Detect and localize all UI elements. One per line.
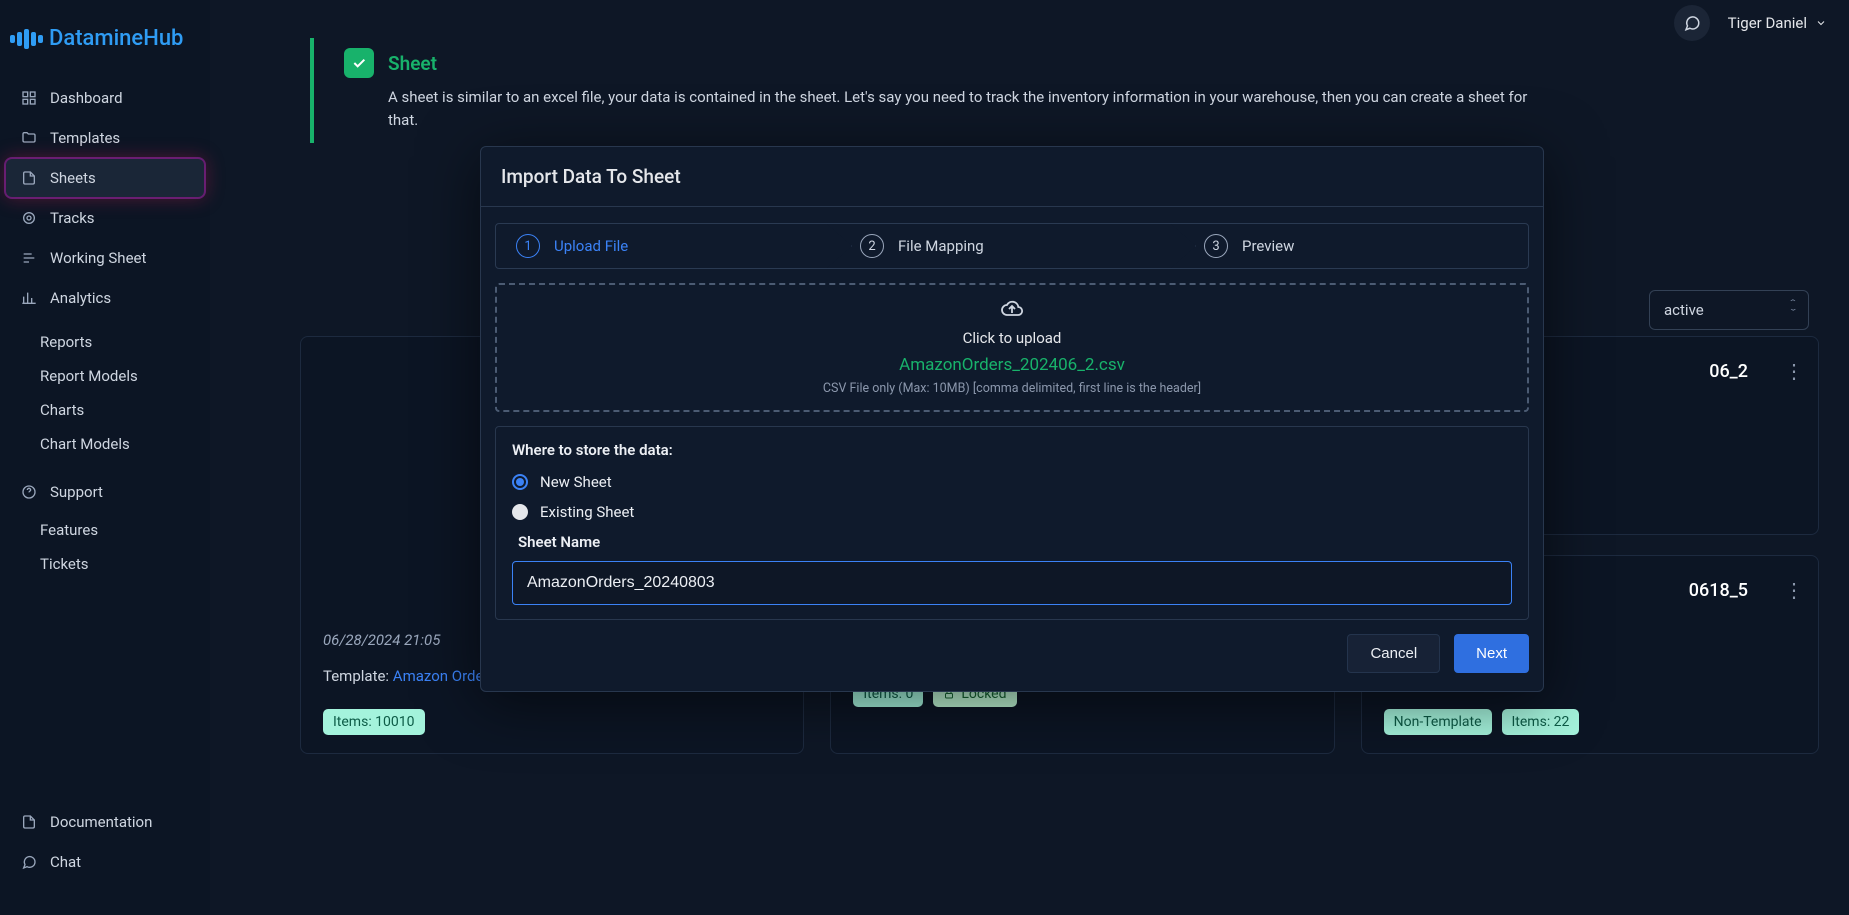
- sidebar-subitem-report-models[interactable]: Report Models: [26, 359, 204, 393]
- sidebar-subitem-tickets[interactable]: Tickets: [26, 547, 204, 581]
- sidebar-item-templates[interactable]: Templates: [6, 119, 204, 157]
- sidebar-item-sheets[interactable]: Sheets: [6, 159, 204, 197]
- sidebar-subitem-charts[interactable]: Charts: [26, 393, 204, 427]
- sidebar-item-label: Templates: [50, 129, 120, 147]
- sidebar-item-label: Reports: [40, 333, 92, 351]
- sidebar-item-label: Documentation: [50, 813, 152, 831]
- step-label: Upload File: [554, 237, 628, 255]
- sidebar-item-label: Working Sheet: [50, 249, 146, 267]
- step-number: 1: [516, 234, 540, 258]
- sidebar-item-label: Charts: [40, 401, 84, 419]
- sidebar-subitem-chart-models[interactable]: Chart Models: [26, 427, 204, 461]
- step-upload-file[interactable]: 1 Upload File: [496, 224, 840, 268]
- step-label: Preview: [1242, 237, 1294, 255]
- sidebar-subitem-features[interactable]: Features: [26, 513, 204, 547]
- sidebar-item-analytics[interactable]: Analytics: [6, 279, 204, 317]
- file-icon: [20, 813, 38, 831]
- radio-label: New Sheet: [540, 473, 612, 491]
- dropzone-filename: AmazonOrders_202406_2.csv: [507, 355, 1517, 375]
- folder-icon: [20, 129, 38, 147]
- sidebar-item-support[interactable]: Support: [6, 473, 204, 511]
- brand-logo[interactable]: DatamineHub: [0, 18, 210, 79]
- wizard-stepper: 1 Upload File 2 File Mapping 3 Preview: [495, 223, 1529, 269]
- step-preview[interactable]: 3 Preview: [1184, 224, 1528, 268]
- file-icon: [20, 169, 38, 187]
- sidebar-item-label: Support: [50, 483, 103, 501]
- sheet-name-label: Sheet Name: [518, 533, 1512, 551]
- sidebar-item-label: Dashboard: [50, 89, 123, 107]
- logo-bars-icon: [10, 29, 43, 49]
- radio-new-sheet[interactable]: New Sheet: [512, 473, 1512, 491]
- step-number: 2: [860, 234, 884, 258]
- sidebar-nav: Dashboard Templates Sheets Tracks Workin…: [0, 79, 210, 581]
- radio-existing-sheet[interactable]: Existing Sheet: [512, 503, 1512, 521]
- sidebar-bottom: Documentation Chat: [6, 803, 204, 881]
- step-number: 3: [1204, 234, 1228, 258]
- sidebar: DatamineHub Dashboard Templates Sheets T…: [0, 0, 210, 915]
- dropzone-hint: CSV File only (Max: 10MB) [comma delimit…: [507, 381, 1517, 396]
- target-icon: [20, 209, 38, 227]
- sidebar-item-working-sheet[interactable]: Working Sheet: [6, 239, 204, 277]
- import-modal: Import Data To Sheet 1 Upload File 2 Fil…: [480, 146, 1544, 692]
- sidebar-item-label: Sheets: [50, 169, 96, 187]
- radio-label: Existing Sheet: [540, 503, 634, 521]
- sidebar-item-dashboard[interactable]: Dashboard: [6, 79, 204, 117]
- next-button[interactable]: Next: [1454, 634, 1529, 673]
- sidebar-item-documentation[interactable]: Documentation: [6, 803, 204, 841]
- sidebar-item-label: Features: [40, 521, 98, 539]
- sidebar-item-label: Tickets: [40, 555, 89, 573]
- bar-icon: [20, 289, 38, 307]
- form-section-title: Where to store the data:: [512, 441, 1512, 459]
- grid-icon: [20, 89, 38, 107]
- import-form: Where to store the data: New Sheet Exist…: [495, 426, 1529, 620]
- brand-name: DatamineHub: [49, 26, 183, 51]
- cloud-upload-icon: [507, 297, 1517, 321]
- radio-icon: [512, 474, 528, 490]
- list-icon: [20, 249, 38, 267]
- dropzone-click-text: Click to upload: [507, 329, 1517, 347]
- modal-title: Import Data To Sheet: [481, 147, 1543, 207]
- sidebar-item-label: Chat: [50, 853, 81, 871]
- upload-dropzone[interactable]: Click to upload AmazonOrders_202406_2.cs…: [495, 283, 1529, 412]
- sheet-name-input[interactable]: [512, 561, 1512, 605]
- help-icon: [20, 483, 38, 501]
- sidebar-subitem-reports[interactable]: Reports: [26, 325, 204, 359]
- sidebar-item-label: Analytics: [50, 289, 111, 307]
- radio-icon: [512, 504, 528, 520]
- chat-icon: [20, 853, 38, 871]
- sidebar-subgroup-support: Features Tickets: [6, 513, 204, 581]
- step-file-mapping[interactable]: 2 File Mapping: [840, 224, 1184, 268]
- sidebar-item-tracks[interactable]: Tracks: [6, 199, 204, 237]
- sidebar-item-label: Report Models: [40, 367, 138, 385]
- cancel-button[interactable]: Cancel: [1347, 634, 1440, 673]
- sidebar-item-label: Chart Models: [40, 435, 130, 453]
- step-label: File Mapping: [898, 237, 984, 255]
- modal-footer: Cancel Next: [481, 634, 1543, 691]
- modal-backdrop: Import Data To Sheet 1 Upload File 2 Fil…: [210, 0, 1849, 915]
- sidebar-subgroup-analytics: Reports Report Models Charts Chart Model…: [6, 325, 204, 461]
- sidebar-item-label: Tracks: [50, 209, 95, 227]
- sidebar-item-chat[interactable]: Chat: [6, 843, 204, 881]
